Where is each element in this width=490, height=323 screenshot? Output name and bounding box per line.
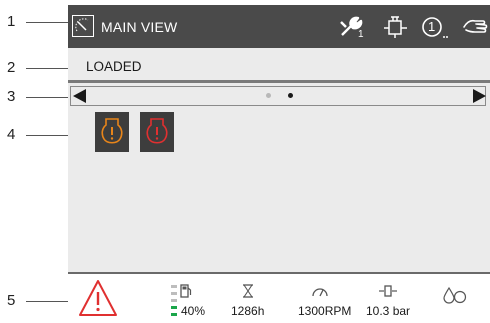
status-divider bbox=[68, 80, 490, 83]
hourglass-icon bbox=[242, 284, 254, 303]
page-navigator bbox=[68, 85, 490, 107]
fuel-level-value: 40% bbox=[181, 304, 206, 318]
page-dot-1[interactable] bbox=[266, 93, 271, 98]
pager-frame bbox=[70, 86, 486, 106]
service-badge: 1 bbox=[358, 29, 364, 40]
alarm-tile-warning[interactable] bbox=[95, 112, 129, 152]
speedometer-icon bbox=[311, 284, 329, 303]
callout-line-3 bbox=[26, 97, 70, 98]
manual-hand-icon[interactable] bbox=[461, 13, 489, 41]
fuel-bar-3 bbox=[171, 299, 177, 302]
counter-label: 1 bbox=[428, 19, 436, 34]
engine-icon[interactable] bbox=[381, 13, 409, 41]
view-title: MAIN VIEW bbox=[101, 19, 178, 35]
fuel-level-bars bbox=[171, 285, 177, 317]
alarm-tile-shutdown[interactable] bbox=[140, 112, 174, 152]
fuel-bar-5 bbox=[171, 285, 177, 288]
fuel-bar-2 bbox=[171, 306, 177, 309]
callout-line-4 bbox=[26, 135, 70, 136]
view-icon[interactable] bbox=[72, 15, 94, 37]
previous-page-arrow-icon[interactable] bbox=[72, 88, 88, 104]
warning-triangle-icon[interactable] bbox=[78, 278, 118, 323]
running-hours-value: 1286h bbox=[231, 304, 265, 318]
callout-line-2 bbox=[26, 68, 70, 69]
page-dot-2[interactable] bbox=[288, 93, 293, 98]
controller-screen: MAIN VIEW 1 1 LOADED 40% 1286h 1300RPM 1… bbox=[68, 5, 490, 323]
service-wrench-icon[interactable]: 1 bbox=[338, 13, 368, 41]
callout-5: 5 bbox=[7, 292, 16, 309]
status-row: LOADED bbox=[68, 48, 490, 82]
header-bar: MAIN VIEW 1 1 bbox=[68, 5, 490, 48]
callout-4: 4 bbox=[7, 126, 16, 143]
pressure-value: 10.3 bar bbox=[366, 304, 411, 318]
info-counter-icon[interactable]: 1 bbox=[420, 13, 452, 41]
fuel-pump-icon bbox=[180, 284, 192, 303]
callout-line-1 bbox=[26, 22, 70, 23]
callout-2: 2 bbox=[7, 59, 16, 76]
gauge-glyph bbox=[75, 18, 89, 32]
fuel-bar-1 bbox=[171, 313, 177, 316]
next-page-arrow-icon[interactable] bbox=[471, 88, 487, 104]
status-strip: 40% 1286h 1300RPM 10.3 bar bbox=[68, 274, 490, 323]
pressure-sensor-icon bbox=[378, 284, 398, 303]
fuel-bar-4 bbox=[171, 292, 177, 295]
callout-line-5 bbox=[26, 301, 70, 302]
fluid-drops-icon bbox=[442, 286, 468, 309]
shutdown-red-icon bbox=[146, 118, 168, 144]
engine-speed-value: 1300RPM bbox=[298, 304, 352, 318]
status-text: LOADED bbox=[86, 59, 142, 74]
callout-1: 1 bbox=[7, 13, 16, 30]
callout-3: 3 bbox=[7, 88, 16, 105]
warning-amber-icon bbox=[101, 118, 123, 144]
